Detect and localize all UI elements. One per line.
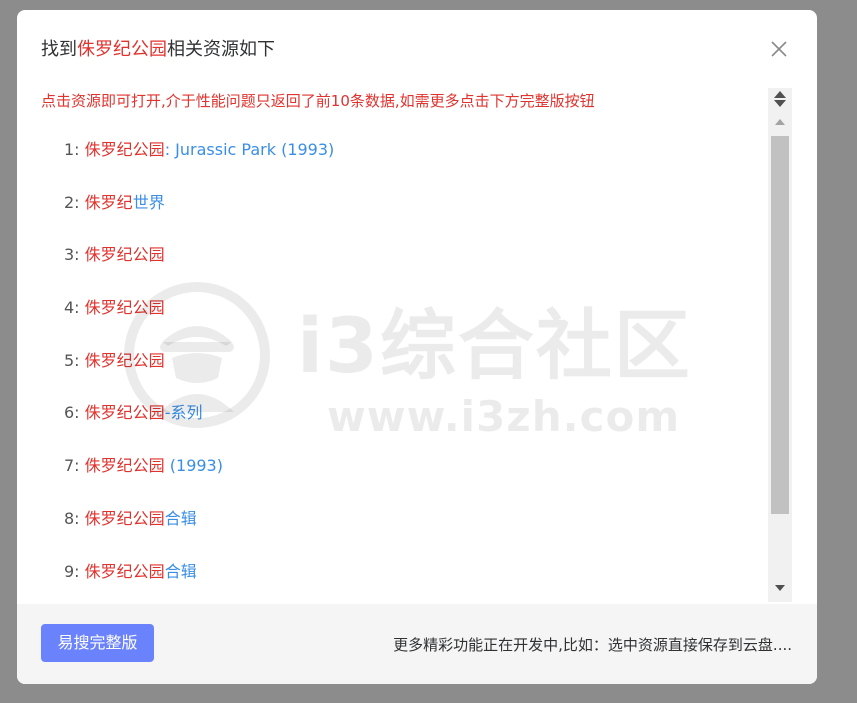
results-scrollbar[interactable]	[768, 88, 792, 602]
result-index: 5:	[64, 351, 80, 370]
result-item[interactable]: 2: 侏罗纪世界	[64, 189, 165, 215]
full-version-button[interactable]: 易搜完整版	[41, 624, 154, 662]
scroll-up-icon[interactable]	[774, 91, 786, 98]
dialog-header: 找到侏罗纪公园相关资源如下	[17, 10, 817, 84]
result-suffix: : Jurassic Park (1993)	[164, 140, 335, 159]
search-results-dialog: 找到侏罗纪公园相关资源如下 点击资源即可打开,介于性能问题只返回了前10条数据,…	[17, 10, 817, 684]
result-item[interactable]: 6: 侏罗纪公园-系列	[64, 399, 202, 425]
title-suffix: 相关资源如下	[167, 39, 275, 60]
result-keyword: 侏罗纪	[84, 193, 133, 212]
result-item[interactable]: 9: 侏罗纪公园合辑	[64, 558, 197, 584]
result-keyword: 侏罗纪公园	[84, 562, 165, 581]
result-suffix: (1993)	[164, 456, 223, 475]
result-index: 6:	[64, 403, 80, 422]
result-suffix: 合辑	[164, 509, 197, 528]
dialog-title: 找到侏罗纪公园相关资源如下	[41, 35, 275, 61]
result-index: 7:	[64, 456, 80, 475]
result-suffix: -系列	[164, 403, 203, 422]
result-item[interactable]: 5: 侏罗纪公园	[64, 347, 165, 373]
result-item[interactable]: 8: 侏罗纪公园合辑	[64, 505, 197, 531]
result-keyword: 侏罗纪公园	[84, 351, 165, 370]
close-icon	[771, 41, 787, 57]
result-index: 4:	[64, 298, 80, 317]
result-index: 2:	[64, 193, 80, 212]
result-item[interactable]: 7: 侏罗纪公园 (1993)	[64, 452, 223, 478]
title-prefix: 找到	[41, 39, 77, 60]
result-item[interactable]: 3: 侏罗纪公园	[64, 241, 165, 267]
result-index: 8:	[64, 509, 80, 528]
scroll-up-icon[interactable]	[775, 119, 785, 125]
result-keyword: 侏罗纪公园	[84, 509, 165, 528]
dialog-footer: 易搜完整版 更多精彩功能正在开发中,比如：选中资源直接保存到云盘....	[17, 604, 817, 684]
results-list: 1: 侏罗纪公园: Jurassic Park (1993) 2: 侏罗纪世界 …	[17, 122, 765, 602]
result-suffix: 世界	[132, 193, 165, 212]
result-keyword: 侏罗纪公园	[84, 403, 165, 422]
result-index: 3:	[64, 245, 80, 264]
result-suffix: 合辑	[164, 562, 197, 581]
result-item[interactable]: 4: 侏罗纪公园	[64, 294, 165, 320]
scroll-down-icon[interactable]	[775, 585, 785, 591]
close-button[interactable]	[768, 38, 790, 60]
result-keyword: 侏罗纪公园	[84, 298, 165, 317]
result-index: 9:	[64, 562, 80, 581]
result-keyword: 侏罗纪公园	[84, 245, 165, 264]
footer-note: 更多精彩功能正在开发中,比如：选中资源直接保存到云盘....	[393, 636, 792, 654]
scrollbar-thumb[interactable]	[771, 136, 789, 514]
title-keyword: 侏罗纪公园	[77, 39, 167, 60]
result-keyword: 侏罗纪公园	[84, 456, 165, 475]
notice-text: 点击资源即可打开,介于性能问题只返回了前10条数据,如需更多点击下方完整版按钮	[41, 92, 595, 110]
scroll-down-icon[interactable]	[774, 100, 786, 107]
result-keyword: 侏罗纪公园	[84, 140, 165, 159]
result-item[interactable]: 1: 侏罗纪公园: Jurassic Park (1993)	[64, 136, 334, 162]
result-index: 1:	[64, 140, 80, 159]
